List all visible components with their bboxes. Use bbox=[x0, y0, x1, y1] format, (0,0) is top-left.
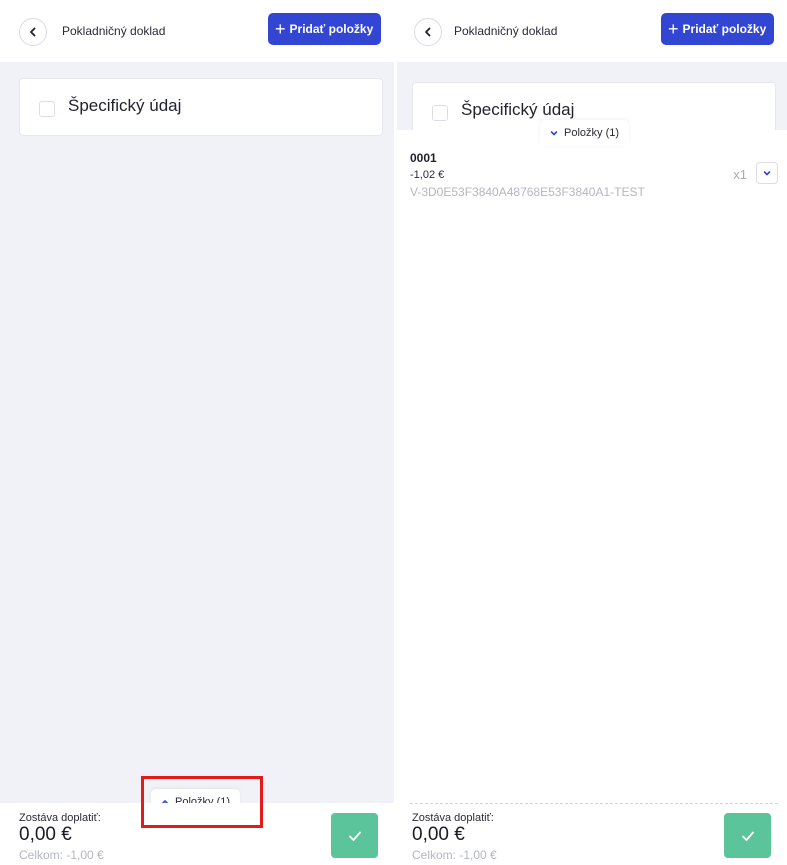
page-title: Pokladničný doklad bbox=[454, 24, 558, 38]
left-screen: Pokladničný doklad + Pridať položky Špec… bbox=[0, 0, 394, 865]
item-quantity: x1 bbox=[733, 167, 747, 182]
plus-icon: + bbox=[668, 19, 679, 39]
header: Pokladničný doklad + Pridať položky bbox=[397, 0, 787, 62]
total-amount: Celkom: -1,00 € bbox=[412, 848, 497, 862]
back-button[interactable] bbox=[414, 18, 442, 46]
items-toggle-label: Položky (1) bbox=[564, 127, 620, 139]
specific-card: Špecifický údaj bbox=[19, 78, 383, 136]
remaining-label: Zostáva doplatiť: bbox=[412, 812, 494, 824]
add-items-button[interactable]: + Pridať položky bbox=[268, 13, 382, 45]
confirm-button[interactable] bbox=[331, 813, 378, 858]
add-items-label: Pridať položky bbox=[682, 22, 767, 36]
item-price: -1,02 € bbox=[410, 169, 445, 181]
right-screen: Pokladničný doklad + Pridať položky Špec… bbox=[397, 0, 787, 865]
confirm-button[interactable] bbox=[724, 813, 771, 858]
remaining-amount: 0,00 € bbox=[19, 824, 72, 845]
check-icon bbox=[741, 831, 754, 841]
divider bbox=[410, 803, 778, 804]
specific-label: Špecifický údaj bbox=[68, 96, 182, 115]
items-toggle-tab[interactable]: Položky (1) bbox=[540, 120, 630, 146]
chevron-left-icon bbox=[425, 27, 431, 37]
chevron-left-icon bbox=[30, 27, 36, 37]
add-items-label: Pridať položky bbox=[289, 22, 374, 36]
total-amount: Celkom: -1,00 € bbox=[19, 848, 104, 862]
item-expand-button[interactable] bbox=[756, 162, 778, 184]
remaining-label: Zostáva doplatiť: bbox=[19, 812, 101, 824]
specific-label: Špecifický údaj bbox=[461, 100, 575, 119]
chevron-down-icon bbox=[550, 131, 558, 136]
header: Pokladničný doklad + Pridať položky bbox=[0, 0, 394, 62]
item-id: V-3D0E53F3840A48768E53F3840A1-TEST bbox=[410, 185, 645, 199]
specific-checkbox[interactable] bbox=[432, 105, 448, 121]
chevron-down-icon bbox=[763, 171, 771, 176]
back-button[interactable] bbox=[19, 18, 47, 46]
specific-checkbox[interactable] bbox=[39, 101, 55, 117]
item-code: 0001 bbox=[410, 151, 437, 165]
page-title: Pokladničný doklad bbox=[62, 24, 166, 38]
remaining-amount: 0,00 € bbox=[412, 824, 465, 845]
content-area: Špecifický údaj bbox=[0, 62, 394, 803]
highlight-box bbox=[141, 776, 263, 828]
items-sheet: 0001 -1,02 € V-3D0E53F3840A48768E53F3840… bbox=[397, 130, 787, 803]
plus-icon: + bbox=[275, 19, 286, 39]
footer: Zostáva doplatiť: 0,00 € Celkom: -1,00 € bbox=[397, 803, 787, 865]
add-items-button[interactable]: + Pridať položky bbox=[661, 13, 775, 45]
check-icon bbox=[348, 831, 361, 841]
